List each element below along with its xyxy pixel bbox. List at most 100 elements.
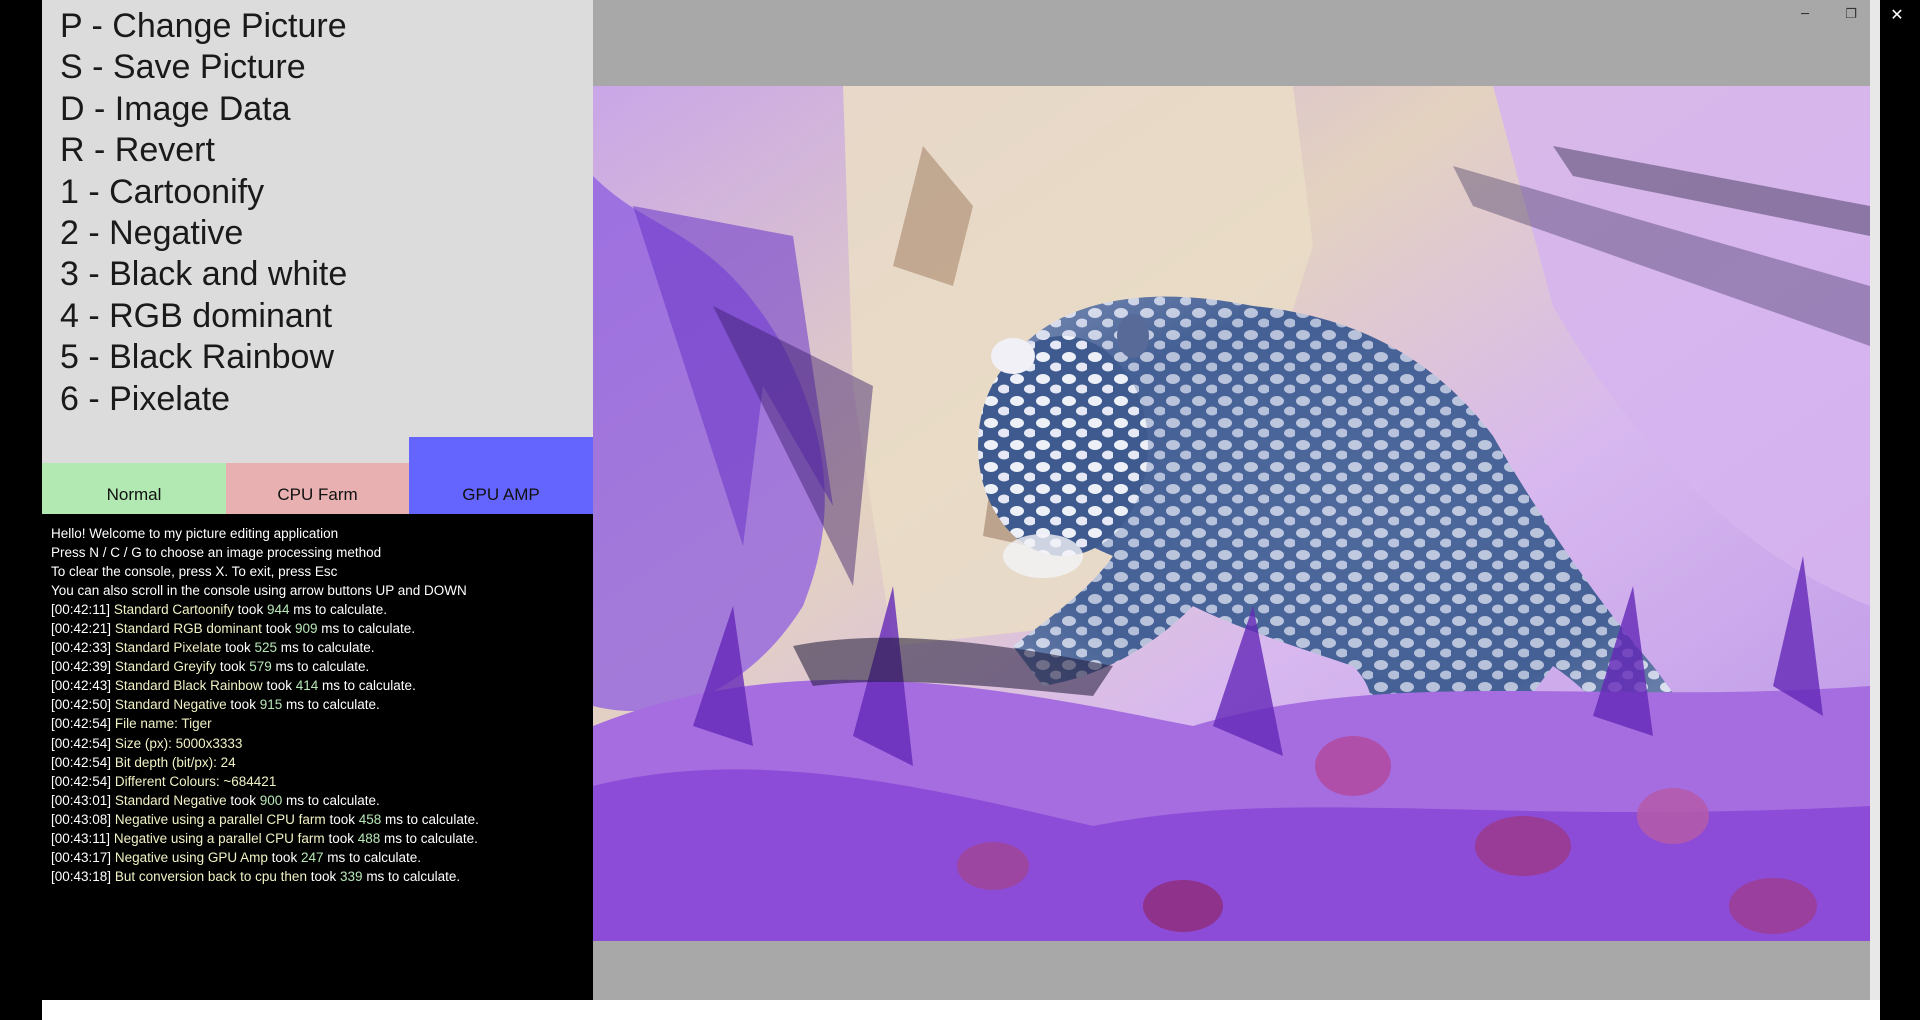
menu-item-change-picture[interactable]: P - Change Picture xyxy=(60,6,347,47)
console-timestamp: [00:42:54] xyxy=(51,773,112,789)
menu-item-negative[interactable]: 2 - Negative xyxy=(60,213,347,254)
negative-tiger-image xyxy=(593,86,1870,941)
image-viewer xyxy=(593,0,1870,1000)
console-message: Standard RGB dominant xyxy=(114,621,262,637)
console-took: took xyxy=(219,659,246,675)
console-intro-line: You can also scroll in the console using… xyxy=(51,583,467,599)
console-duration: 339 xyxy=(340,868,363,884)
console-tail: 24 xyxy=(220,754,236,770)
console-log-entry: [00:42:21] Standard RGB dominant took 90… xyxy=(51,619,479,638)
console-took: took xyxy=(271,849,298,865)
console-tail: ms to calculate. xyxy=(366,868,461,884)
console-message: Standard Black Rainbow xyxy=(114,678,263,694)
console-panel[interactable]: Hello! Welcome to my picture editing app… xyxy=(42,514,593,1000)
console-message: Standard Negative xyxy=(114,697,227,713)
console-log-entry: [00:42:33] Standard Pixelate took 525 ms… xyxy=(51,638,479,657)
console-log-entry: [00:42:54] Size (px): 5000x3333 xyxy=(51,734,479,753)
shortcut-menu-panel: P - Change Picture S - Save Picture D - … xyxy=(42,0,593,463)
console-message: File name: xyxy=(114,716,178,732)
console-took: took xyxy=(225,640,251,656)
console-took: took xyxy=(328,830,354,846)
console-tail: ms to calculate. xyxy=(327,849,422,865)
console-duration: 900 xyxy=(259,792,283,808)
restore-icon[interactable]: ❐ xyxy=(1834,3,1868,25)
console-took: took xyxy=(230,697,256,713)
window-border xyxy=(1870,0,1880,1020)
console-tail: ms to calculate. xyxy=(384,830,478,846)
console-message: Negative using a parallel CPU farm xyxy=(114,811,326,827)
console-log-entry: [00:42:50] Standard Negative took 915 ms… xyxy=(51,695,479,714)
console-intro-line: Press N / C / G to choose an image proce… xyxy=(51,545,382,561)
app-root: P - Change Picture S - Save Picture D - … xyxy=(0,0,1920,1020)
console-timestamp: [00:43:11] xyxy=(51,830,111,846)
menu-item-black-rainbow[interactable]: 5 - Black Rainbow xyxy=(60,337,347,378)
minimize-icon[interactable]: ─ xyxy=(1788,3,1822,25)
console-log-entry: [00:43:01] Standard Negative took 900 ms… xyxy=(51,791,479,810)
console-message: Standard Negative xyxy=(114,792,227,808)
console-intro-line: To clear the console, press X. To exit, … xyxy=(51,564,338,580)
console-tail: ms to calculate. xyxy=(322,678,416,694)
console-timestamp: [00:43:17] xyxy=(51,849,112,865)
console-duration: 909 xyxy=(294,621,318,637)
console-tail: ms to calculate. xyxy=(280,640,375,656)
console-log-entry: [00:43:17] Negative using GPU Amp took 2… xyxy=(51,848,479,867)
console-duration: 488 xyxy=(357,830,381,846)
console-message: Bit depth (bit/px): xyxy=(114,754,217,770)
cpu-farm-mode-button[interactable]: CPU Farm xyxy=(226,463,409,514)
console-tail: ms to calculate. xyxy=(293,602,388,618)
console-log-entry: [00:42:54] Different Colours: ~684421 xyxy=(51,772,479,791)
console-message: Negative using a parallel CPU farm xyxy=(113,830,325,846)
console-log-entry: [00:42:54] Bit depth (bit/px): 24 xyxy=(51,753,479,772)
console-log-entry: [00:42:11] Standard Cartoonify took 944 … xyxy=(51,600,479,619)
console-took: took xyxy=(329,811,355,827)
console-message: Different Colours: xyxy=(114,773,220,789)
console-duration: 579 xyxy=(249,659,272,675)
gpu-amp-mode-button[interactable]: GPU AMP xyxy=(409,437,593,514)
processed-image xyxy=(593,86,1870,941)
console-log-entry: [00:42:43] Standard Black Rainbow took 4… xyxy=(51,676,479,695)
close-icon[interactable]: ✕ xyxy=(1880,3,1914,25)
console-message: Standard Cartoonify xyxy=(113,602,234,618)
menu-item-cartoonify[interactable]: 1 - Cartoonify xyxy=(60,172,347,213)
console-log-entry: [00:42:39] Standard Greyify took 579 ms … xyxy=(51,657,479,676)
console-timestamp: [00:43:01] xyxy=(51,792,112,808)
menu-item-revert[interactable]: R - Revert xyxy=(60,130,347,171)
console-log-entry: [00:43:08] Negative using a parallel CPU… xyxy=(51,810,479,829)
menu-item-black-and-white[interactable]: 3 - Black and white xyxy=(60,254,347,295)
console-log: Hello! Welcome to my picture editing app… xyxy=(51,524,479,886)
console-log-entry: [00:42:54] File name: Tiger xyxy=(51,714,479,733)
console-duration: 247 xyxy=(300,849,324,865)
console-log-entry: [00:43:18] But conversion back to cpu th… xyxy=(51,867,479,886)
normal-mode-button[interactable]: Normal xyxy=(42,463,226,514)
console-tail: Tiger xyxy=(181,716,212,732)
console-took: took xyxy=(230,792,256,808)
shortcut-menu-list: P - Change Picture S - Save Picture D - … xyxy=(60,6,347,420)
console-took: took xyxy=(237,602,264,618)
menu-item-image-data[interactable]: D - Image Data xyxy=(60,89,347,130)
console-message: Size (px): xyxy=(114,735,172,751)
console-duration: 525 xyxy=(254,640,277,656)
console-tail: ms to calculate. xyxy=(321,621,416,637)
console-timestamp: [00:42:21] xyxy=(51,621,112,637)
console-duration: 414 xyxy=(295,678,319,694)
console-tail: ms to calculate. xyxy=(385,811,479,827)
console-took: took xyxy=(265,621,292,637)
console-tail: ~684421 xyxy=(223,773,277,789)
console-timestamp: [00:42:54] xyxy=(51,716,112,732)
console-timestamp: [00:42:50] xyxy=(51,697,112,713)
console-message: Negative using GPU Amp xyxy=(114,849,268,865)
console-intro-line: Hello! Welcome to my picture editing app… xyxy=(51,526,339,541)
console-timestamp: [00:42:33] xyxy=(51,640,112,656)
console-duration: 944 xyxy=(266,602,290,618)
menu-item-rgb-dominant[interactable]: 4 - RGB dominant xyxy=(60,296,347,337)
console-log-entry: [00:43:11] Negative using a parallel CPU… xyxy=(51,829,479,848)
console-tail: ms to calculate. xyxy=(286,697,380,713)
console-took: took xyxy=(266,678,292,694)
console-took: took xyxy=(310,868,337,884)
console-timestamp: [00:43:08] xyxy=(51,811,112,827)
window-bottom-edge xyxy=(42,1000,1880,1020)
console-message: Standard Greyify xyxy=(114,659,217,675)
menu-item-save-picture[interactable]: S - Save Picture xyxy=(60,47,347,88)
console-message: Standard Pixelate xyxy=(114,640,222,656)
menu-item-pixelate[interactable]: 6 - Pixelate xyxy=(60,379,347,420)
